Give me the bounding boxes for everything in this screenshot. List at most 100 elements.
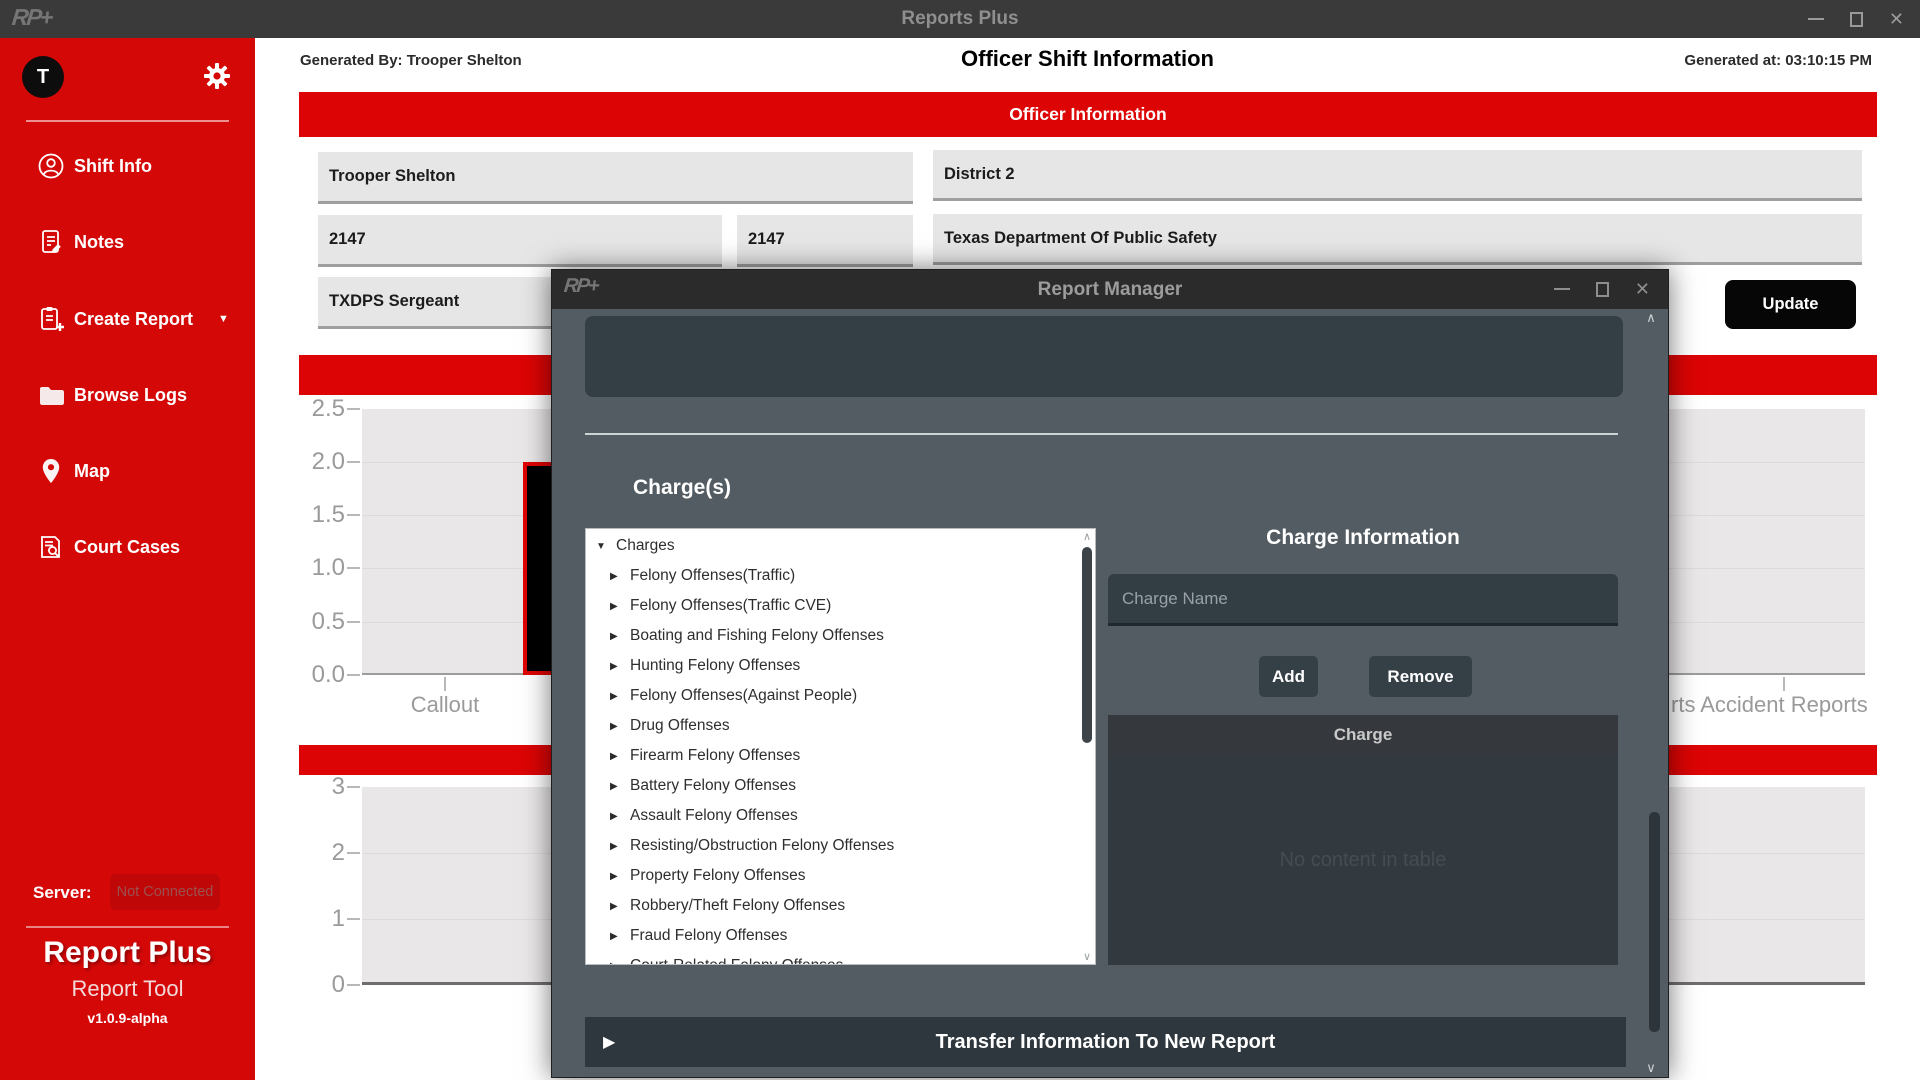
charges-tree[interactable]: ▼ Charges ▶ Felony Offenses(Traffic) ▶ Fel… (585, 528, 1096, 965)
gear-icon[interactable] (201, 60, 233, 92)
avatar[interactable]: T (22, 56, 64, 98)
tree-collapsed-icon[interactable]: ▶ (610, 631, 618, 642)
tree-collapsed-icon[interactable]: ▶ (610, 661, 618, 672)
tree-scrollbar-thumb[interactable] (1082, 547, 1092, 743)
tree-item-label[interactable]: Battery Felony Offenses (630, 777, 796, 795)
brand-version: v1.0.9-alpha (0, 1010, 255, 1026)
sidebar-item-label: Create Report (74, 309, 193, 330)
tree-item-label[interactable]: Robbery/Theft Felony Offenses (630, 897, 845, 915)
tree-collapsed-icon[interactable]: ▶ (610, 811, 618, 822)
report-manager-title: Report Manager (552, 270, 1668, 309)
server-label: Server: (33, 883, 92, 903)
play-arrow-icon: ▶ (603, 1032, 615, 1052)
x-tick-label-callout: Callout (385, 692, 505, 718)
tree-item-label[interactable]: Property Felony Offenses (630, 867, 805, 885)
transfer-information-button[interactable]: ▶ Transfer Information To New Report (585, 1017, 1626, 1067)
maximize-icon[interactable] (1596, 282, 1609, 297)
tree-scrollbar[interactable]: ∧ ∨ (1080, 529, 1094, 964)
badge-number-field[interactable]: 2147 (318, 215, 722, 267)
department-field[interactable]: Texas Department Of Public Safety (933, 214, 1862, 265)
tree-collapsed-icon[interactable]: ▶ (610, 931, 618, 942)
tree-collapsed-icon[interactable]: ▶ (610, 601, 618, 612)
report-text-area[interactable] (585, 316, 1623, 397)
y-tick-label: 0.5 (283, 607, 345, 637)
y-tick-label: 2 (283, 838, 345, 868)
sidebar-item-browse-logs[interactable]: Browse Logs (0, 375, 255, 415)
person-circle-icon (36, 151, 66, 181)
scroll-up-icon[interactable]: ∧ (1641, 310, 1661, 326)
page-title: Officer Shift Information (255, 46, 1920, 72)
tree-item-label[interactable]: Drug Offenses (630, 717, 730, 735)
update-button[interactable]: Update (1725, 280, 1856, 329)
tree-collapsed-icon[interactable]: ▶ (610, 571, 618, 582)
sidebar-item-label: Browse Logs (74, 385, 187, 406)
tree-collapsed-icon[interactable]: ▶ (610, 751, 618, 762)
sidebar-item-map[interactable]: Map (0, 451, 255, 491)
tree-item-label[interactable]: Hunting Felony Offenses (630, 657, 800, 675)
scroll-down-icon[interactable]: ∨ (1080, 950, 1094, 963)
window-titlebar: RP+ Reports Plus ✕ (0, 0, 1920, 38)
y-tick-label: 0.0 (283, 660, 345, 690)
tree-collapsed-icon[interactable]: ▶ (610, 721, 618, 732)
officer-information-banner: Officer Information (299, 92, 1877, 137)
tree-item-label[interactable]: Felony Offenses(Traffic) (630, 567, 795, 585)
tree-collapsed-icon[interactable]: ▶ (610, 841, 618, 852)
brand-name: Report Plus (0, 936, 255, 970)
clipboard-plus-icon (36, 304, 66, 334)
modal-scrollbar-thumb[interactable] (1649, 812, 1660, 1032)
tree-item-label[interactable]: Boating and Fishing Felony Offenses (630, 627, 884, 645)
tree-item-label[interactable]: Resisting/Obstruction Felony Offenses (630, 837, 894, 855)
charge-information-heading: Charge Information (1108, 526, 1618, 550)
tree-collapsed-icon[interactable]: ▶ (610, 691, 618, 702)
close-icon[interactable]: ✕ (1889, 10, 1904, 28)
app-window: RP+ Reports Plus ✕ T (0, 0, 1920, 1080)
transfer-information-label: Transfer Information To New Report (585, 1031, 1626, 1054)
report-manager-titlebar: RP+ Report Manager ✕ (552, 270, 1668, 309)
tree-root-label[interactable]: Charges (616, 537, 675, 555)
tree-collapsed-icon[interactable]: ▶ (610, 871, 618, 882)
unit-number-field[interactable]: 2147 (737, 215, 913, 267)
window-title: Reports Plus (0, 0, 1920, 38)
sidebar-divider (26, 120, 229, 122)
tree-item-label[interactable]: Felony Offenses(Traffic CVE) (630, 597, 831, 615)
charge-table-header: Charge (1108, 715, 1618, 755)
y-tick-label: 1.0 (283, 553, 345, 583)
tree-collapsed-icon[interactable]: ▶ (610, 781, 618, 792)
sidebar-item-label: Shift Info (74, 156, 152, 177)
tree-item-label[interactable]: Firearm Felony Offenses (630, 747, 800, 765)
tree-collapsed-icon[interactable]: ▶ (610, 961, 618, 966)
tree-item-label[interactable]: Fraud Felony Offenses (630, 927, 787, 945)
map-pin-icon (36, 456, 66, 486)
sidebar-item-court-cases[interactable]: Court Cases (0, 527, 255, 567)
sidebar-item-label: Notes (74, 232, 124, 253)
remove-button[interactable]: Remove (1369, 656, 1472, 697)
y-tick-label: 0 (283, 970, 345, 1000)
district-field[interactable]: District 2 (933, 150, 1862, 201)
charge-name-input[interactable] (1108, 574, 1618, 626)
charge-table-empty-text: No content in table (1280, 849, 1447, 872)
add-button[interactable]: Add (1259, 656, 1318, 697)
tree-item-label[interactable]: Court-Related Felony Offenses (630, 957, 843, 965)
modal-divider (585, 433, 1618, 435)
sidebar-item-shift-info[interactable]: Shift Info (0, 146, 255, 186)
y-tick-label: 3 (283, 772, 345, 802)
minimize-icon[interactable] (1808, 18, 1824, 20)
x-tick-label-accident-reports: Accident Reports (1694, 692, 1874, 718)
minimize-icon[interactable] (1554, 288, 1570, 290)
tree-item-label[interactable]: Assault Felony Offenses (630, 807, 798, 825)
close-icon[interactable]: ✕ (1635, 280, 1650, 298)
maximize-icon[interactable] (1850, 12, 1863, 27)
scroll-up-icon[interactable]: ∧ (1080, 530, 1094, 543)
sidebar-item-label: Map (74, 461, 110, 482)
generated-at-text: Generated at: 03:10:15 PM (1684, 52, 1872, 69)
tree-collapsed-icon[interactable]: ▶ (610, 901, 618, 912)
tree-item-label[interactable]: Felony Offenses(Against People) (630, 687, 857, 705)
sidebar-item-notes[interactable]: Notes (0, 222, 255, 262)
scroll-down-icon[interactable]: ∨ (1641, 1060, 1661, 1076)
tree-expanded-icon[interactable]: ▼ (596, 541, 606, 552)
charge-table[interactable]: No content in table (1108, 755, 1618, 965)
x-tick-label-clipped: rts (1671, 692, 1695, 718)
sidebar-item-create-report[interactable]: Create Report ▼ (0, 299, 255, 339)
officer-name-field[interactable]: Trooper Shelton (318, 152, 913, 204)
sidebar: T Shift Info (0, 38, 255, 1080)
